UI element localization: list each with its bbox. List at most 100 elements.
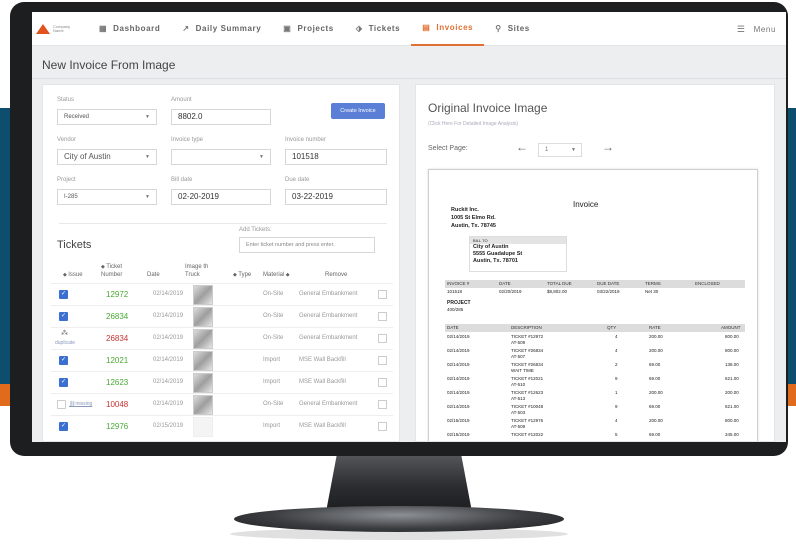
doc-line-qty: 4 [615,418,618,423]
nav-label: Sites [507,24,530,33]
nav-label: Projects [297,24,334,33]
ticket-number[interactable]: 12021 [106,356,128,365]
doc-line-qty: 9 [615,404,618,409]
ticket-icon: ⬗ [355,24,363,33]
row-checkbox[interactable] [59,290,68,299]
invoice-image-panel: Original Invoice Image (Click Here For D… [415,84,775,442]
menu-button[interactable]: ☰ Menu [737,12,776,46]
nav-invoices[interactable]: ▤ Invoices [411,12,485,46]
project-select[interactable]: I-285 ▼ [57,189,157,205]
ticket-material: General Embankment [299,335,358,341]
doc-project-label: PROJECT [447,300,471,306]
truck-image-thumbnail[interactable] [193,373,213,393]
doc-line-desc2: AT-509 [511,424,526,429]
nav-tickets[interactable]: ⬗ Tickets [345,12,411,46]
ticket-number[interactable]: 12623 [106,378,128,387]
nav-sites[interactable]: ⚲ Sites [484,12,541,46]
ticket-row[interactable]: 12021 02/14/2019 Import MSE Wall Backfil… [51,349,393,371]
ticket-number[interactable]: 12972 [106,290,128,299]
detailed-analysis-link[interactable]: (Click Here For Detailed Image Analysis) [428,121,518,127]
ticket-number[interactable]: 10048 [106,400,128,409]
ticket-row[interactable]: 12623 02/14/2019 Import MSE Wall Backfil… [51,371,393,393]
ticket-type: Import [263,379,281,385]
doc-line-desc2: AT-513 [511,396,526,401]
caret-down-icon: ▼ [145,154,150,160]
nav-dashboard[interactable]: ▦ Dashboard [88,12,171,46]
create-invoice-button[interactable]: Create Invoice [331,103,385,119]
header-type[interactable]: ◆ Type [233,271,251,279]
page-title: New Invoice From Image [42,58,176,72]
arrow-left-icon[interactable]: ← [516,140,528,154]
doc-summary-value: 101518 [447,289,463,294]
issue-missing-link[interactable]: ⛓missing [69,401,92,407]
remove-checkbox[interactable] [378,422,387,431]
remove-checkbox[interactable] [378,334,387,343]
row-checkbox[interactable] [59,422,68,431]
pin-icon: ⚲ [495,24,502,33]
header-date[interactable]: Date [147,271,160,279]
truck-image-thumbnail[interactable] [193,329,213,349]
page-select[interactable]: 1 ▼ [538,143,582,157]
ticket-row[interactable]: ⛓missing 10048 02/14/2019 On-Site Genera… [51,393,393,415]
ticket-number[interactable]: 26834 [106,334,128,343]
caret-down-icon: ▼ [145,114,150,120]
top-nav: Company Name ▦ Dashboard ↗ Daily Summary… [32,12,786,46]
doc-line-desc: TICKET #12021 [511,376,544,381]
remove-checkbox[interactable] [378,378,387,387]
due-date-input[interactable]: 03-22-2019 [285,189,387,205]
bill-date-input[interactable]: 02-20-2019 [171,189,271,205]
ticket-row[interactable]: ⁂ duplicate 26834 02/14/2019 On-Site Gen… [51,327,393,349]
arrow-right-icon[interactable]: → [602,140,614,154]
invoice-number-input[interactable]: 101518 [285,149,387,165]
ticket-number[interactable]: 12976 [106,422,128,431]
row-checkbox[interactable] [59,356,68,365]
row-checkbox[interactable] [57,400,66,409]
truck-image-thumbnail[interactable] [193,285,213,305]
ticket-row[interactable]: 12972 02/14/2019 On-Site General Embankm… [51,283,393,305]
remove-checkbox[interactable] [378,356,387,365]
invoice-document-image[interactable]: Invoice Ruckit Inc. 1005 St Elmo Rd. Aus… [428,169,758,441]
folder-icon: ▣ [283,24,292,33]
doc-line-desc2: WAIT TIME [511,368,534,373]
add-tickets-input[interactable]: Enter ticket number and press enter. [239,237,375,253]
ticket-date: 02/14/2019 [153,313,184,319]
header-material[interactable]: Material ◆ [263,271,290,279]
doc-summary-value: 03/22/2019 [597,289,620,294]
ticket-row[interactable]: 12976 02/15/2019 Import MSE Wall Backfil… [51,415,393,437]
vendor-value: City of Austin [64,152,111,161]
vendor-select[interactable]: City of Austin ▼ [57,149,157,165]
nav-projects[interactable]: ▣ Projects [272,12,345,46]
doc-line-desc2: AT-510 [511,382,526,387]
status-select[interactable]: Received ▼ [57,109,157,125]
truck-image-thumbnail[interactable] [193,417,213,437]
doc-line-col: AMOUNT [721,325,741,330]
status-value: Received [64,114,90,120]
due-date-label: Due date [285,177,310,183]
ticket-row[interactable]: 26834 02/14/2019 On-Site General Embankm… [51,305,393,327]
doc-line-rate: 69.00 [649,376,661,381]
invoice-type-label: Invoice type [171,137,204,143]
truck-image-thumbnail[interactable] [193,351,213,371]
truck-image-thumbnail[interactable] [193,395,213,415]
title-divider [32,78,786,79]
truck-image-thumbnail[interactable] [193,307,213,327]
header-image-label: Image th Truck [185,264,209,278]
doc-line-rate: 200.00 [649,418,663,423]
invoice-type-select[interactable]: ▼ [171,149,271,165]
invoice-form-panel: Status Received ▼ Amount 8802.0 Create I… [42,84,400,442]
remove-checkbox[interactable] [378,290,387,299]
header-ticket-number[interactable]: ◆ Ticket Number [101,263,137,279]
row-checkbox[interactable] [59,378,68,387]
amount-input[interactable]: 8802.0 [171,109,271,125]
ticket-number[interactable]: 26834 [106,312,128,321]
app-logo[interactable]: Company Name [36,23,88,34]
add-tickets-label: Add Tickets: [239,227,272,233]
doc-line-qty: 4 [615,334,618,339]
header-issue[interactable]: ◆ Issue [63,271,83,279]
remove-checkbox[interactable] [378,400,387,409]
nav-daily-summary[interactable]: ↗ Daily Summary [171,12,272,46]
doc-line-desc2: AT-507 [511,354,526,359]
row-checkbox[interactable] [59,312,68,321]
remove-checkbox[interactable] [378,312,387,321]
doc-line-rate: 69.00 [649,362,661,367]
